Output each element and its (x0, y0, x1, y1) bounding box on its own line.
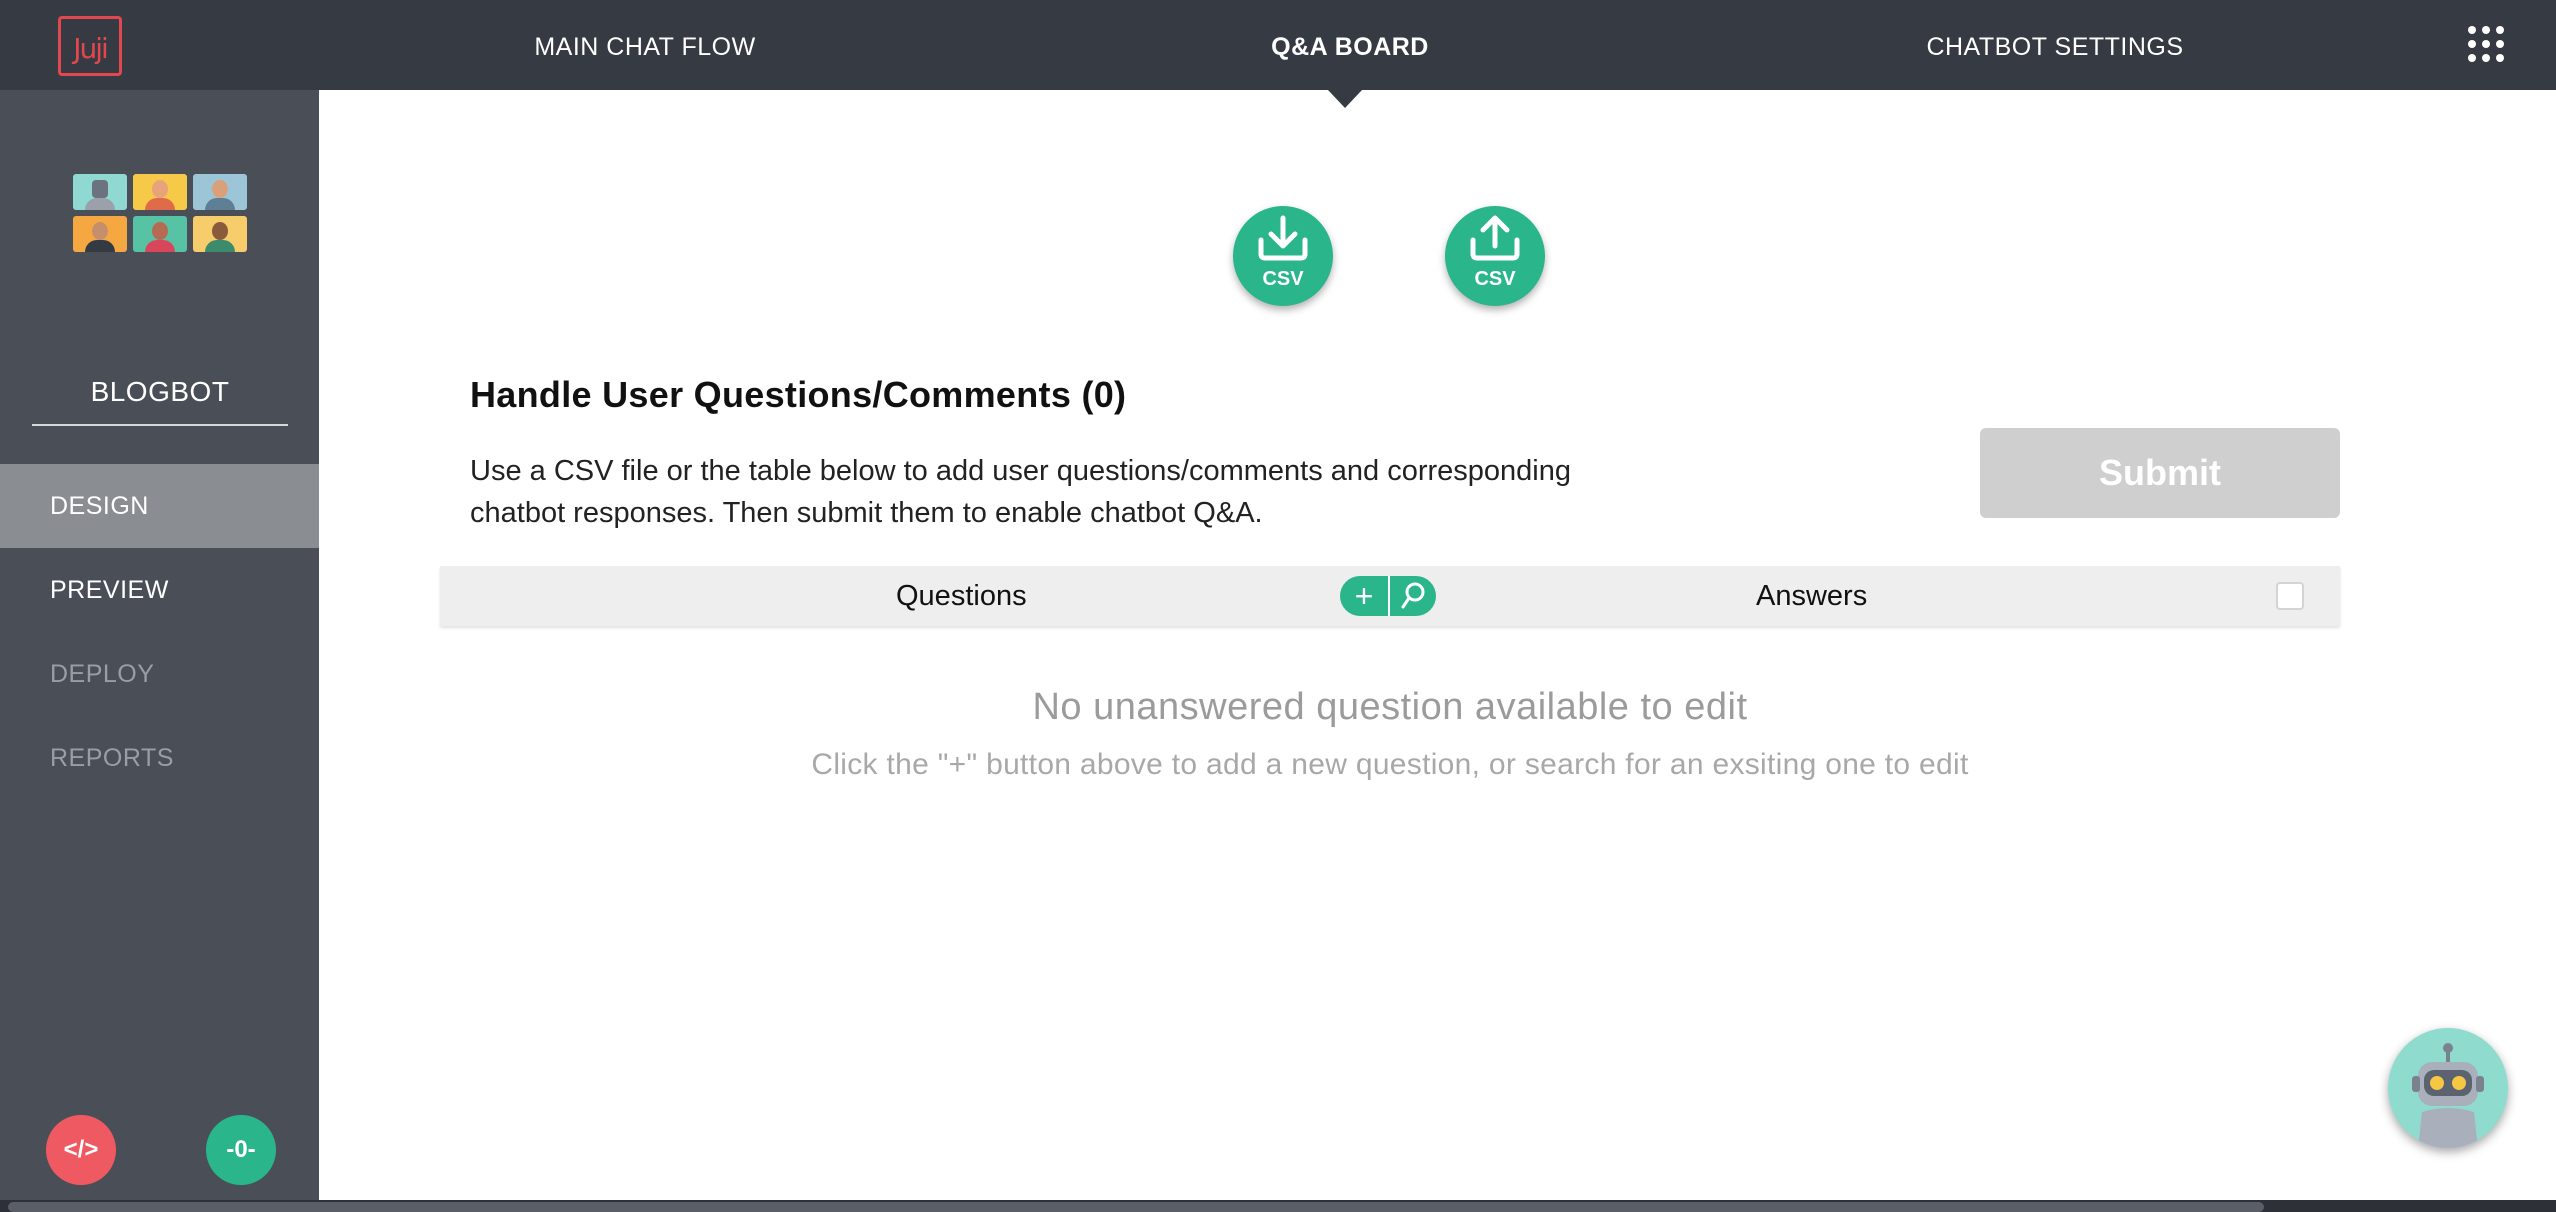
juji-logo[interactable]: Juji (58, 16, 122, 76)
avatar-person-icon (193, 174, 247, 210)
sidebar-item-deploy: DEPLOY (50, 660, 155, 688)
sidebar-item-reports: REPORTS (50, 744, 174, 772)
bot-avatar-collage[interactable] (73, 174, 247, 252)
tab-qa-board[interactable]: Q&A BOARD (1200, 0, 1500, 90)
add-question-button[interactable]: + (1340, 576, 1388, 616)
avatar-person-icon (133, 174, 187, 210)
select-all-checkbox[interactable] (2276, 582, 2304, 610)
qa-table-header: Questions + Answers (440, 566, 2340, 626)
empty-state-subtitle: Click the "+" button above to add a new … (811, 748, 1969, 781)
status-button[interactable]: -0- (206, 1115, 276, 1185)
embed-code-button[interactable]: </> (46, 1115, 116, 1185)
answers-column-header: Answers (1756, 580, 1868, 612)
empty-state-title: No unanswered question available to edit (1032, 686, 1748, 728)
search-question-button[interactable] (1388, 576, 1436, 616)
grid-dots-icon[interactable] (2468, 26, 2504, 62)
submit-button[interactable]: Submit (1980, 428, 2340, 518)
page-description: Use a CSV file or the table below to add… (470, 455, 1572, 529)
tab-main-chat-flow[interactable]: MAIN CHAT FLOW (470, 0, 820, 90)
page-title: Handle User Questions/Comments (0) (470, 374, 1127, 415)
plus-icon: + (1354, 578, 1374, 614)
tab-chatbot-settings[interactable]: CHATBOT SETTINGS (1880, 0, 2230, 90)
download-icon (1258, 215, 1308, 261)
sidebar-item-preview[interactable]: PREVIEW (0, 548, 319, 632)
logo-text: Juji (73, 32, 109, 65)
robot-icon (2412, 1043, 2484, 1148)
bot-name: BLOGBOT (32, 376, 288, 426)
avatar-person-icon (73, 216, 127, 252)
avatar-robot-icon (73, 174, 127, 210)
top-navigation-bar: Juji MAIN CHAT FLOW Q&A BOARD CHATBOT SE… (0, 0, 2556, 90)
sidebar-item-design[interactable]: DESIGN (0, 464, 319, 548)
chatbot-launcher-button[interactable] (2388, 1028, 2508, 1148)
download-csv-button[interactable]: CSV (1233, 206, 1333, 306)
upload-icon (1470, 215, 1520, 261)
upload-csv-label: CSV (1474, 268, 1516, 290)
active-tab-caret-icon (1328, 90, 1362, 108)
search-icon (1401, 582, 1425, 609)
upload-csv-button[interactable]: CSV (1445, 206, 1545, 306)
questions-column-header: Questions (896, 580, 1027, 612)
avatar-person-icon (133, 216, 187, 252)
avatar-person-icon (193, 216, 247, 252)
scrollbar-thumb[interactable] (8, 1202, 2264, 1212)
sidebar: BLOGBOT DESIGN PREVIEW DEPLOY REPORTS </… (0, 90, 319, 1200)
download-csv-label: CSV (1262, 268, 1304, 290)
